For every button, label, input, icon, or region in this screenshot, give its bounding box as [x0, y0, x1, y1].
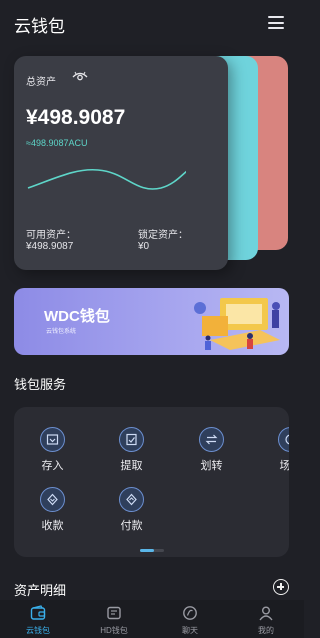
tab-cloud-wallet[interactable]: 云钱包 — [0, 600, 76, 638]
locked-assets-value: ¥0 — [138, 241, 150, 252]
pay-icon — [119, 487, 144, 512]
service-pay[interactable]: 付款 — [105, 487, 165, 547]
service-deposit[interactable]: 存入 — [26, 427, 86, 487]
tab-label: 云钱包 — [26, 626, 50, 635]
tab-label: HD钱包 — [100, 626, 128, 635]
wallet-icon — [30, 605, 46, 620]
service-label: 场外 — [279, 460, 290, 472]
profile-icon — [259, 606, 273, 621]
bottom-tab-bar: 云钱包 HD钱包 聊天 我的 — [0, 600, 304, 638]
banner-subtitle: 云钱包系统 — [46, 329, 77, 335]
total-assets-acu: ≈498.9087ACU — [26, 138, 88, 148]
tab-hd-wallet[interactable]: HD钱包 — [76, 600, 152, 638]
otc-icon — [278, 427, 289, 452]
page-indicator-active — [140, 549, 154, 552]
service-label: 划转 — [200, 460, 223, 472]
withdraw-icon — [119, 427, 144, 452]
service-receive[interactable]: 收款 — [26, 487, 86, 547]
available-assets-label: 可用资产： — [26, 230, 76, 241]
services-title: 钱包服务 — [14, 377, 67, 392]
service-label: 提取 — [120, 460, 143, 472]
top-bar: 云钱包 — [0, 0, 304, 46]
asset-card[interactable]: 总资产 ¥498.9087 ≈498.9087ACU 可用资产： ¥498.90… — [14, 56, 228, 270]
wdc-wallet-banner[interactable]: WDC钱包 云钱包系统 — [14, 288, 289, 355]
page-title: 云钱包 — [14, 17, 65, 36]
service-transfer[interactable]: 划转 — [185, 427, 245, 487]
chat-icon — [183, 606, 197, 620]
tab-label: 聊天 — [182, 626, 198, 635]
services-panel: 存入 提取 划转 场外 收款 付款 — [14, 407, 289, 557]
eye-icon[interactable] — [72, 71, 88, 83]
hd-wallet-icon — [107, 606, 121, 620]
service-label: 存入 — [41, 460, 64, 472]
transfer-icon — [199, 427, 224, 452]
services-page-indicator — [140, 549, 164, 552]
tab-profile[interactable]: 我的 — [228, 600, 304, 638]
asset-details-title: 资产明细 — [14, 583, 67, 598]
locked-assets-label: 锁定资产： — [138, 230, 188, 241]
tab-chat[interactable]: 聊天 — [152, 600, 228, 638]
available-assets-value: ¥498.9087 — [26, 241, 74, 252]
service-label: 付款 — [120, 520, 143, 532]
menu-icon[interactable] — [268, 16, 284, 29]
asset-trend-line — [27, 168, 186, 190]
service-otc[interactable]: 场外 — [264, 427, 289, 487]
service-withdraw[interactable]: 提取 — [105, 427, 165, 487]
banner-title: WDC钱包 — [44, 308, 110, 325]
total-assets-label: 总资产 — [26, 77, 56, 88]
total-assets-value: ¥498.9087 — [26, 106, 126, 129]
add-asset-button[interactable] — [273, 579, 289, 595]
deposit-icon — [40, 427, 65, 452]
receive-icon — [40, 487, 65, 512]
service-label: 收款 — [41, 520, 64, 532]
tab-label: 我的 — [258, 626, 274, 635]
banner-illustration — [194, 298, 280, 350]
